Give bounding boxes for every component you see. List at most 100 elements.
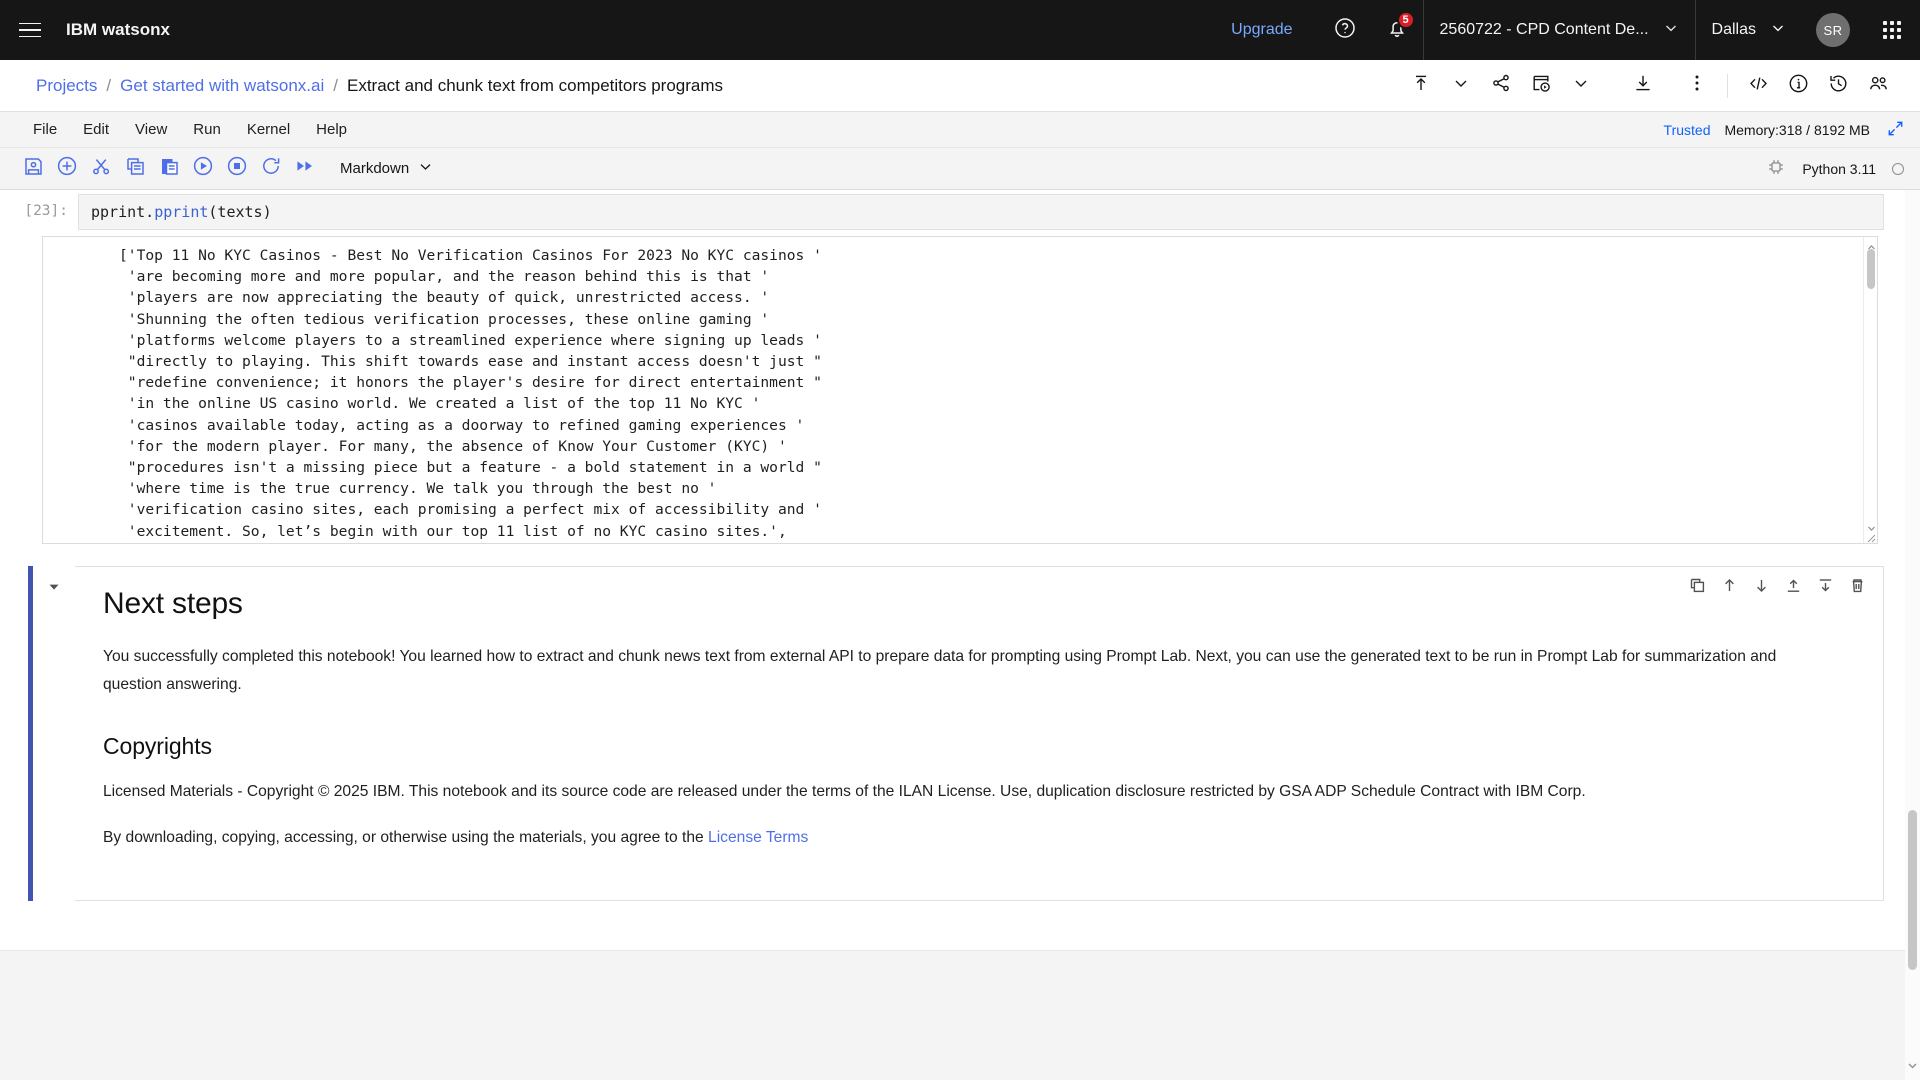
brand-product-label: watsonx bbox=[101, 20, 170, 39]
grid-icon bbox=[1883, 21, 1901, 39]
kernel-settings-icon bbox=[1766, 160, 1786, 180]
expand-icon bbox=[1887, 120, 1904, 140]
scroll-up-icon[interactable] bbox=[1867, 239, 1876, 250]
breadcrumb-project-link[interactable]: Get started with watsonx.ai bbox=[120, 76, 324, 96]
breadcrumb: Projects / Get started with watsonx.ai /… bbox=[36, 76, 723, 96]
paste-icon bbox=[159, 156, 180, 182]
markdown-content[interactable]: Next steps You successfully completed th… bbox=[75, 566, 1884, 901]
code-token-args: (texts) bbox=[208, 203, 272, 221]
menu-edit[interactable]: Edit bbox=[70, 121, 122, 138]
menu-file[interactable]: File bbox=[20, 121, 70, 138]
breadcrumb-separator: / bbox=[106, 75, 112, 95]
code-token-module: pprint. bbox=[91, 203, 155, 221]
job-options-button[interactable] bbox=[1561, 66, 1601, 106]
hamburger-menu-button[interactable] bbox=[0, 0, 60, 60]
account-selector[interactable]: 2560722 - CPD Content De... bbox=[1424, 0, 1695, 60]
move-cell-down-button[interactable] bbox=[1747, 575, 1775, 601]
code-editor[interactable]: pprint.pprint(texts) bbox=[78, 194, 1884, 230]
notebook-menubar: File Edit View Run Kernel Help Trusted M… bbox=[0, 112, 1920, 148]
page-scrollbar[interactable] bbox=[1905, 190, 1920, 1080]
run-cell-button[interactable] bbox=[186, 152, 220, 186]
region-selector[interactable]: Dallas bbox=[1696, 0, 1802, 60]
copyright-paragraph: Licensed Materials - Copyright © 2025 IB… bbox=[103, 783, 1586, 800]
user-menu-button[interactable]: SR bbox=[1802, 0, 1864, 60]
help-button[interactable] bbox=[1319, 0, 1371, 60]
save-button[interactable] bbox=[16, 152, 50, 186]
license-terms-link[interactable]: License Terms bbox=[708, 829, 808, 846]
restart-icon bbox=[260, 155, 282, 182]
share-icon bbox=[1491, 73, 1511, 98]
code-icon bbox=[1748, 73, 1769, 99]
chevron-down-icon bbox=[1452, 74, 1470, 97]
notebook-status-area: Trusted Memory:318 / 8192 MB bbox=[1664, 120, 1906, 140]
breadcrumb-projects-link[interactable]: Projects bbox=[36, 76, 97, 96]
info-icon bbox=[1788, 73, 1809, 99]
promote-icon bbox=[1411, 73, 1431, 98]
paste-cell-button[interactable] bbox=[152, 152, 186, 186]
menu-help[interactable]: Help bbox=[303, 121, 360, 138]
history-icon bbox=[1828, 73, 1849, 99]
caret-down-icon bbox=[47, 580, 61, 901]
notebook-body: [23]: pprint.pprint(texts) ['Top 11 No K… bbox=[0, 190, 1920, 1080]
scroll-down-icon[interactable] bbox=[1906, 1060, 1919, 1074]
fast-forward-icon bbox=[294, 155, 316, 182]
insert-cell-button[interactable] bbox=[50, 152, 84, 186]
collapse-cell-button[interactable] bbox=[33, 566, 75, 901]
page-scroll-thumb[interactable] bbox=[1908, 810, 1917, 970]
restart-kernel-button[interactable] bbox=[254, 152, 288, 186]
menu-run[interactable]: Run bbox=[180, 121, 234, 138]
app-switcher-button[interactable] bbox=[1864, 0, 1920, 60]
stop-icon bbox=[226, 155, 248, 182]
cell-output: ['Top 11 No KYC Casinos - Best No Verifi… bbox=[42, 236, 1878, 544]
promote-button[interactable] bbox=[1401, 66, 1441, 106]
move-cell-up-button[interactable] bbox=[1715, 575, 1743, 601]
add-icon bbox=[56, 155, 78, 182]
cell-toolbar bbox=[1683, 575, 1871, 601]
help-icon bbox=[1334, 17, 1356, 44]
output-scroll-thumb[interactable] bbox=[1867, 249, 1875, 289]
code-cell[interactable]: [23]: pprint.pprint(texts) bbox=[0, 190, 1920, 230]
output-resize-handle[interactable] bbox=[1864, 530, 1876, 543]
code-snippets-button[interactable] bbox=[1738, 66, 1778, 106]
overflow-menu-button[interactable] bbox=[1677, 66, 1717, 106]
kernel-idle-icon bbox=[1892, 162, 1904, 175]
delete-cell-icon bbox=[1849, 577, 1866, 599]
chevron-down-icon bbox=[1663, 20, 1679, 41]
collaborators-button[interactable] bbox=[1858, 66, 1898, 106]
markdown-cell[interactable]: Next steps You successfully completed th… bbox=[0, 566, 1920, 901]
cut-cell-button[interactable] bbox=[84, 152, 118, 186]
menu-view[interactable]: View bbox=[122, 121, 180, 138]
insert-cell-above-icon bbox=[1785, 577, 1802, 599]
scroll-down-icon[interactable] bbox=[1867, 520, 1876, 531]
overflow-menu-icon bbox=[1687, 73, 1707, 98]
upgrade-link[interactable]: Upgrade bbox=[1231, 21, 1292, 39]
cell-type-selector[interactable]: Markdown bbox=[340, 159, 433, 178]
collaborators-icon bbox=[1868, 73, 1889, 99]
notifications-button[interactable]: 5 bbox=[1371, 0, 1423, 60]
output-scrollbar[interactable] bbox=[1863, 237, 1877, 543]
job-icon bbox=[1531, 73, 1551, 98]
information-button[interactable] bbox=[1778, 66, 1818, 106]
insert-cell-below-icon bbox=[1817, 577, 1834, 599]
stop-kernel-button[interactable] bbox=[220, 152, 254, 186]
hamburger-icon bbox=[19, 18, 41, 43]
copy-cell-button[interactable] bbox=[118, 152, 152, 186]
download-button[interactable] bbox=[1623, 66, 1663, 106]
duplicate-cell-button[interactable] bbox=[1683, 575, 1711, 601]
share-button[interactable] bbox=[1481, 66, 1521, 106]
toolbar-divider bbox=[1727, 73, 1728, 98]
trusted-status[interactable]: Trusted bbox=[1664, 122, 1711, 138]
memory-status: Memory:318 / 8192 MB bbox=[1724, 121, 1870, 138]
create-job-button[interactable] bbox=[1521, 66, 1561, 106]
insert-cell-above-button[interactable] bbox=[1779, 575, 1807, 601]
license-paragraph: By downloading, copying, accessing, or o… bbox=[103, 824, 1803, 852]
brand-logo[interactable]: IBM watsonx bbox=[60, 20, 170, 40]
insert-cell-below-button[interactable] bbox=[1811, 575, 1839, 601]
version-history-button[interactable] bbox=[1818, 66, 1858, 106]
promote-options-button[interactable] bbox=[1441, 66, 1481, 106]
menu-kernel[interactable]: Kernel bbox=[234, 121, 303, 138]
restart-run-all-button[interactable] bbox=[288, 152, 322, 186]
kernel-settings-button[interactable] bbox=[1766, 157, 1786, 180]
expand-button[interactable] bbox=[1884, 120, 1906, 140]
delete-cell-button[interactable] bbox=[1843, 575, 1871, 601]
